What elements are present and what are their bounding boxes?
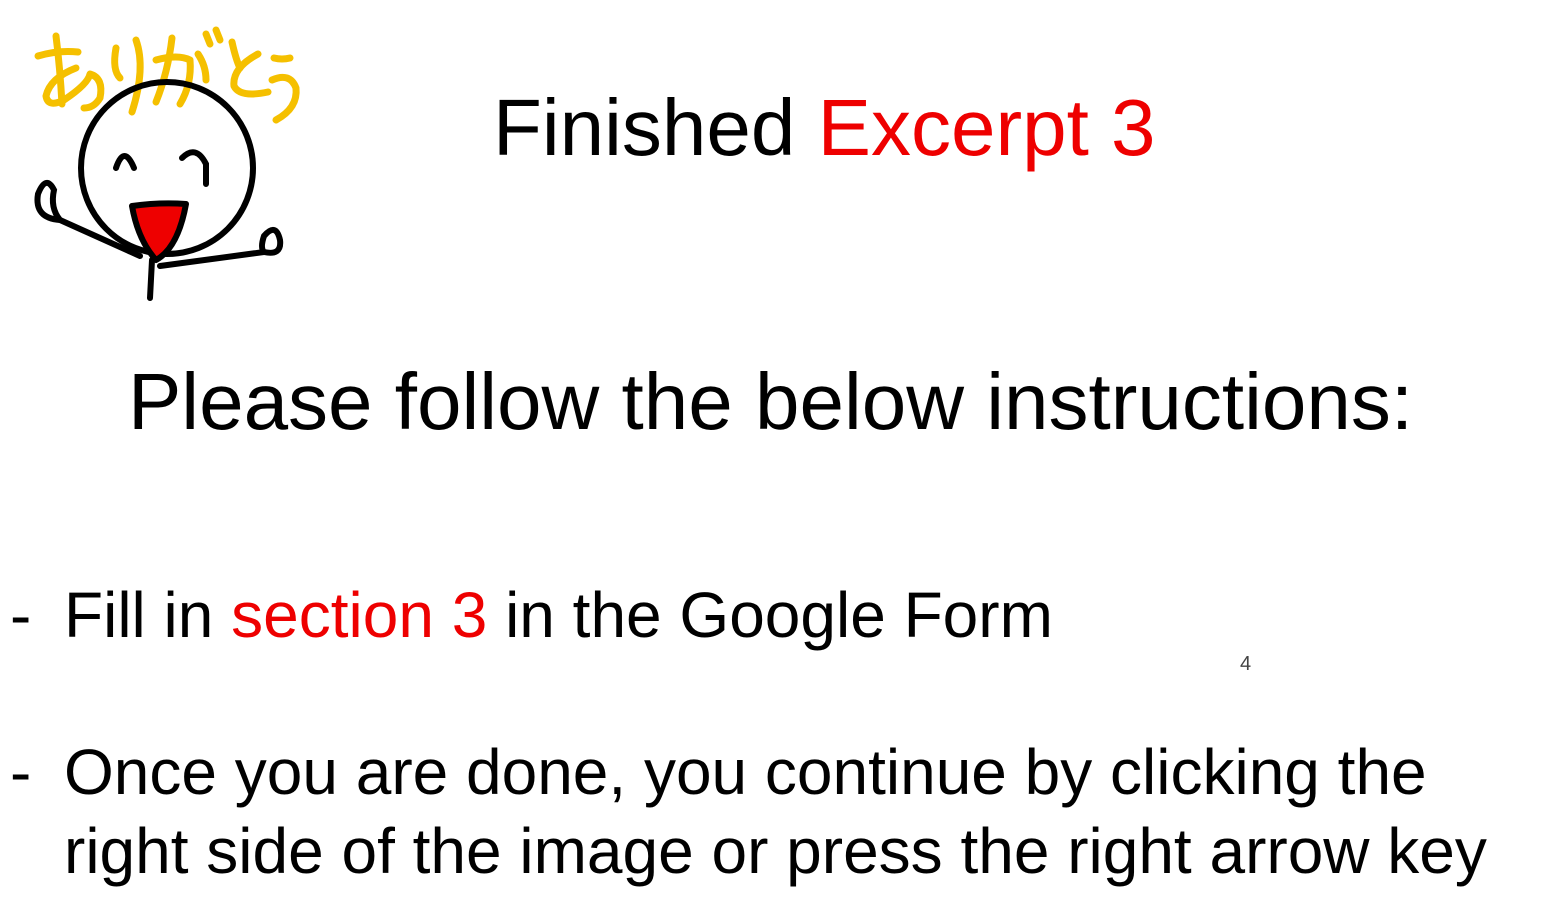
bullet-text-after: in the Google Form — [487, 579, 1053, 651]
instructions-heading: Please follow the below instructions: — [127, 357, 1414, 446]
thank-you-mascot-icon — [34, 26, 300, 301]
slide-title: Finished Excerpt 3 — [493, 88, 1156, 168]
instruction-bullet: - Fill in section 3 in the Google Form — [0, 576, 1541, 656]
page-number: 4 — [1240, 653, 1252, 675]
instruction-bullet: - Once you are done, you continue by cli… — [0, 733, 1541, 893]
bullet-text: Once you are done, you continue by click… — [64, 736, 1487, 887]
title-highlight: Excerpt 3 — [817, 83, 1156, 172]
bullet-dash: - — [10, 579, 32, 651]
bullet-dash: - — [10, 736, 32, 808]
slide[interactable]: Finished Excerpt 3 Please follow the bel… — [0, 0, 1541, 909]
bullet-text: Fill in section 3 in the Google Form — [64, 576, 1053, 655]
title-prefix: Finished — [493, 83, 818, 172]
bullet-highlight: section 3 — [231, 579, 488, 651]
bullet-text-before: Fill in — [64, 579, 232, 651]
